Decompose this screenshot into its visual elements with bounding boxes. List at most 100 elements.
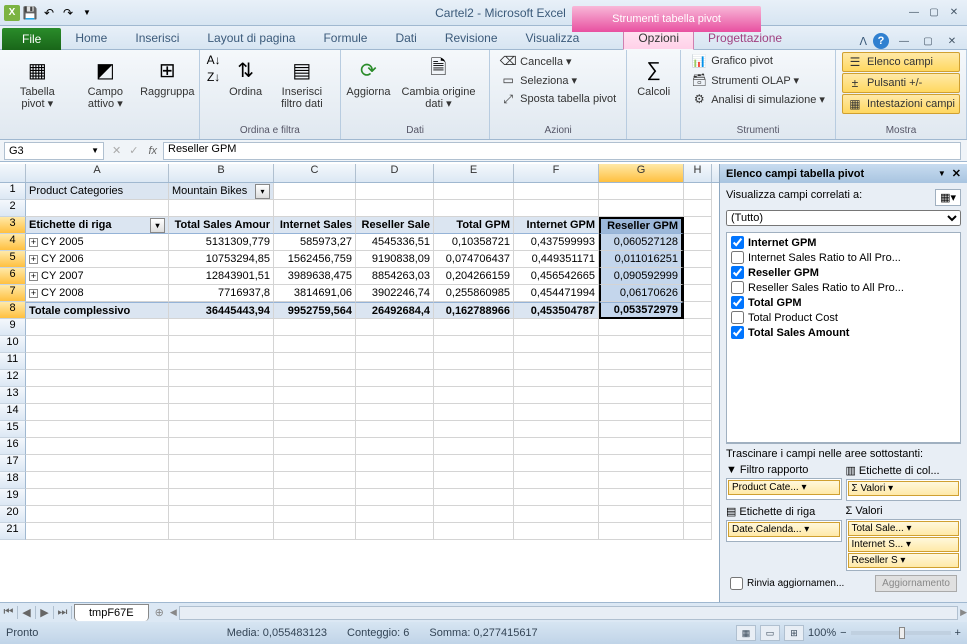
pivot-value-cell[interactable]: 1562456,759 — [274, 251, 356, 268]
cell[interactable] — [356, 489, 434, 506]
cell[interactable] — [684, 200, 712, 217]
col-header[interactable]: F — [514, 164, 599, 182]
pivot-value-cell[interactable]: 0,255860985 — [434, 285, 514, 302]
redo-icon[interactable]: ↷ — [59, 4, 77, 22]
cell[interactable] — [169, 489, 274, 506]
col-header[interactable]: G — [599, 164, 684, 182]
cell[interactable] — [684, 319, 712, 336]
new-sheet-icon[interactable]: ⊕ — [149, 606, 170, 619]
pivot-total-cell[interactable]: 36445443,94 — [169, 302, 274, 319]
cell[interactable] — [434, 353, 514, 370]
pivot-filter-value[interactable]: Mountain Bikes▾ — [169, 183, 274, 200]
field-list-box[interactable]: Internet GPMInternet Sales Ratio to All … — [726, 232, 961, 443]
col-header[interactable]: D — [356, 164, 434, 182]
cell[interactable] — [356, 506, 434, 523]
cell[interactable] — [434, 523, 514, 540]
cell[interactable] — [434, 370, 514, 387]
area-field-item[interactable]: Internet S... ▾ — [848, 537, 960, 552]
update-button[interactable]: Aggiornamento — [875, 575, 957, 592]
insert-slicer-button[interactable]: ▤Inserisci filtro dati — [270, 52, 334, 112]
cell[interactable] — [169, 455, 274, 472]
headers-toggle[interactable]: ▦Intestazioni campi — [842, 94, 960, 114]
cell[interactable] — [599, 387, 684, 404]
cell[interactable] — [356, 353, 434, 370]
pivot-value-cell[interactable]: 0,090592999 — [599, 268, 684, 285]
pivot-total-cell[interactable]: 9952759,564 — [274, 302, 356, 319]
cell[interactable] — [514, 319, 599, 336]
olap-tools-button[interactable]: 🗃Strumenti OLAP ▾ — [687, 71, 829, 89]
cell[interactable] — [684, 251, 712, 268]
confirm-formula-icon[interactable]: ✓ — [125, 144, 142, 157]
doc-minimize-icon[interactable]: — — [895, 33, 913, 49]
cell[interactable] — [599, 370, 684, 387]
sort-asc-icon[interactable]: A↓ — [206, 52, 222, 68]
pivot-total-label[interactable]: Totale complessivo — [26, 302, 169, 319]
cell[interactable] — [274, 319, 356, 336]
tab-home[interactable]: Home — [61, 27, 121, 49]
pivot-value-cell[interactable]: 12843901,51 — [169, 268, 274, 285]
cell[interactable] — [356, 370, 434, 387]
cancel-formula-icon[interactable]: ✕ — [108, 144, 125, 157]
zoom-slider[interactable] — [851, 631, 951, 635]
cell[interactable] — [274, 455, 356, 472]
cell[interactable] — [356, 523, 434, 540]
cell[interactable] — [599, 506, 684, 523]
cell[interactable] — [684, 370, 712, 387]
pivot-total-cell[interactable]: 0,053572979 — [599, 302, 684, 319]
excel-icon[interactable]: X — [4, 5, 20, 21]
pivot-value-cell[interactable]: 3989638,475 — [274, 268, 356, 285]
col-header[interactable]: A — [26, 164, 169, 182]
cell[interactable] — [599, 438, 684, 455]
cell[interactable] — [26, 404, 169, 421]
cell[interactable] — [169, 336, 274, 353]
cell[interactable] — [514, 472, 599, 489]
col-header[interactable]: E — [434, 164, 514, 182]
cell[interactable] — [684, 183, 712, 200]
field-checkbox[interactable] — [731, 296, 744, 309]
cell[interactable] — [514, 353, 599, 370]
cell[interactable] — [356, 438, 434, 455]
calc-button[interactable]: ∑Calcoli — [633, 52, 674, 100]
pivot-value-cell[interactable]: 0,454471994 — [514, 285, 599, 302]
cell[interactable] — [356, 319, 434, 336]
cell[interactable] — [26, 421, 169, 438]
pivot-value-cell[interactable]: 5131309,779 — [169, 234, 274, 251]
cell[interactable] — [434, 489, 514, 506]
field-checkbox[interactable] — [731, 266, 744, 279]
pivot-row-label[interactable]: +CY 2006 — [26, 251, 169, 268]
cell[interactable] — [599, 404, 684, 421]
row-header[interactable]: 15 — [0, 421, 26, 438]
cell[interactable] — [514, 489, 599, 506]
cell[interactable] — [684, 387, 712, 404]
pivot-row-label[interactable]: +CY 2007 — [26, 268, 169, 285]
cell[interactable] — [169, 523, 274, 540]
cell[interactable] — [514, 506, 599, 523]
view-pagebreak-icon[interactable]: ⊞ — [784, 625, 804, 641]
row-header[interactable]: 10 — [0, 336, 26, 353]
cell[interactable] — [169, 506, 274, 523]
cell[interactable] — [274, 353, 356, 370]
pivot-value-cell[interactable]: 7716937,8 — [169, 285, 274, 302]
row-header[interactable]: 17 — [0, 455, 26, 472]
cell[interactable] — [684, 302, 712, 319]
cell[interactable] — [599, 472, 684, 489]
undo-icon[interactable]: ↶ — [40, 4, 58, 22]
cell[interactable] — [684, 285, 712, 302]
cell[interactable] — [434, 404, 514, 421]
cell[interactable] — [599, 336, 684, 353]
cell[interactable] — [514, 438, 599, 455]
cell[interactable] — [26, 489, 169, 506]
pivot-column-header[interactable]: Internet Sales — [274, 217, 356, 234]
cell[interactable] — [26, 455, 169, 472]
cell[interactable] — [684, 336, 712, 353]
row-header[interactable]: 1 — [0, 183, 26, 200]
field-checkbox[interactable] — [731, 311, 744, 324]
cell[interactable] — [599, 421, 684, 438]
cell[interactable] — [434, 336, 514, 353]
cell[interactable] — [514, 455, 599, 472]
tab-formulas[interactable]: Formule — [309, 27, 381, 49]
sheet-nav[interactable]: ⏮◀▶⏭ — [0, 606, 72, 619]
field-list-item[interactable]: Reseller Sales Ratio to All Pro... — [729, 280, 958, 295]
cell[interactable] — [684, 268, 712, 285]
cell[interactable] — [274, 183, 356, 200]
